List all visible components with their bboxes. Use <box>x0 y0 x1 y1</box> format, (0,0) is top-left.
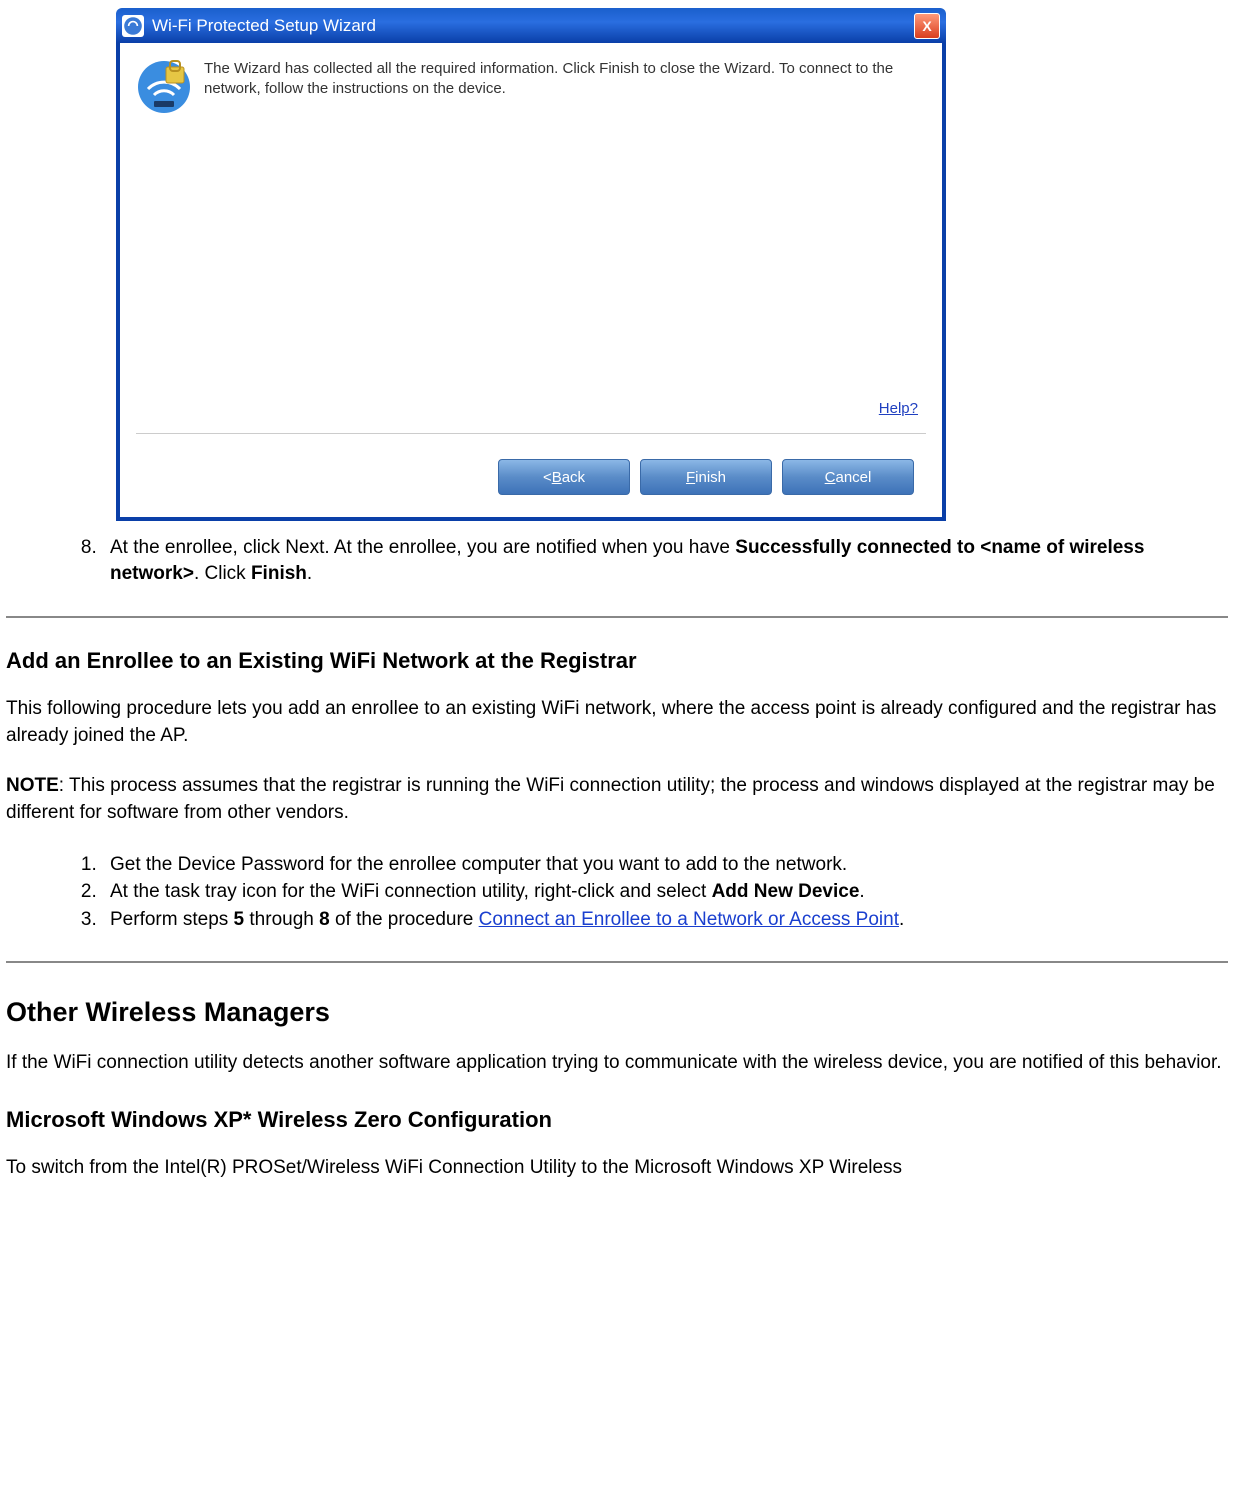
close-button[interactable]: X <box>914 13 940 39</box>
s2-a: At the task tray icon for the WiFi conne… <box>110 881 712 902</box>
s3-mid: through <box>244 909 319 930</box>
heading-add-enrollee: Add an Enrollee to an Existing WiFi Netw… <box>6 648 1228 674</box>
s3-d: . <box>899 909 904 930</box>
s2-b: . <box>859 881 864 902</box>
back-button[interactable]: < Back <box>498 459 630 495</box>
finish-rest: inish <box>695 469 726 486</box>
section-divider-1 <box>6 616 1228 618</box>
finish-mnemonic: F <box>686 469 695 486</box>
back-mnemonic: B <box>552 469 562 486</box>
s3-c: of the procedure <box>330 909 479 930</box>
dialog-body: The Wizard has collected all the require… <box>116 43 946 521</box>
step8-text-a: At the enrollee, click Next. At the enro… <box>110 537 735 558</box>
step-8: At the enrollee, click Next. At the enro… <box>102 535 1228 586</box>
enrollee-step-3: Perform steps 5 through 8 of the procedu… <box>102 906 1228 934</box>
enrollee-step-2: At the task tray icon for the WiFi conne… <box>102 878 1228 906</box>
cancel-rest: ancel <box>835 469 871 486</box>
note-text: : This process assumes that the registra… <box>6 775 1215 823</box>
trailing-para: To switch from the Intel(R) PROSet/Wirel… <box>6 1155 1228 1182</box>
s3-b1: 5 <box>234 909 245 930</box>
enrollee-note: NOTE: This process assumes that the regi… <box>6 773 1228 826</box>
enrollee-para1: This following procedure lets you add an… <box>6 696 1228 749</box>
cancel-mnemonic: C <box>825 469 836 486</box>
enrollee-step-1: Get the Device Password for the enrollee… <box>102 851 1228 879</box>
s3-b2: 8 <box>319 909 330 930</box>
s3-a: Perform steps <box>110 909 234 930</box>
wizard-dialog: Wi-Fi Protected Setup Wizard X The <box>116 8 946 521</box>
help-link[interactable]: Help? <box>879 400 918 417</box>
title-bar: Wi-Fi Protected Setup Wizard X <box>116 8 946 43</box>
dialog-separator <box>136 433 926 434</box>
note-label: NOTE <box>6 775 59 796</box>
app-icon <box>122 15 144 37</box>
cancel-button[interactable]: Cancel <box>782 459 914 495</box>
heading-winxp-zero: Microsoft Windows XP* Wireless Zero Conf… <box>6 1107 1228 1133</box>
step8-text-b: . Click <box>194 563 251 584</box>
enrollee-steps: Get the Device Password for the enrollee… <box>62 851 1228 934</box>
back-prefix: < <box>543 469 552 486</box>
heading-other-managers: Other Wireless Managers <box>6 997 1228 1028</box>
wifi-lock-icon <box>136 59 192 115</box>
window-title: Wi-Fi Protected Setup Wizard <box>152 16 914 36</box>
step8-bold-b: Finish <box>251 563 307 584</box>
button-row: < Back Finish Cancel <box>498 459 914 495</box>
back-rest: ack <box>562 469 585 486</box>
finish-button[interactable]: Finish <box>640 459 772 495</box>
wizard-message: The Wizard has collected all the require… <box>204 59 926 115</box>
section-divider-2 <box>6 961 1228 963</box>
s2-bold: Add New Device <box>712 881 860 902</box>
step-list-8: At the enrollee, click Next. At the enro… <box>62 535 1228 586</box>
step8-text-c: . <box>307 563 312 584</box>
other-para: If the WiFi connection utility detects a… <box>6 1050 1228 1077</box>
close-icon: X <box>922 18 931 34</box>
connect-enrollee-link[interactable]: Connect an Enrollee to a Network or Acce… <box>479 909 899 930</box>
